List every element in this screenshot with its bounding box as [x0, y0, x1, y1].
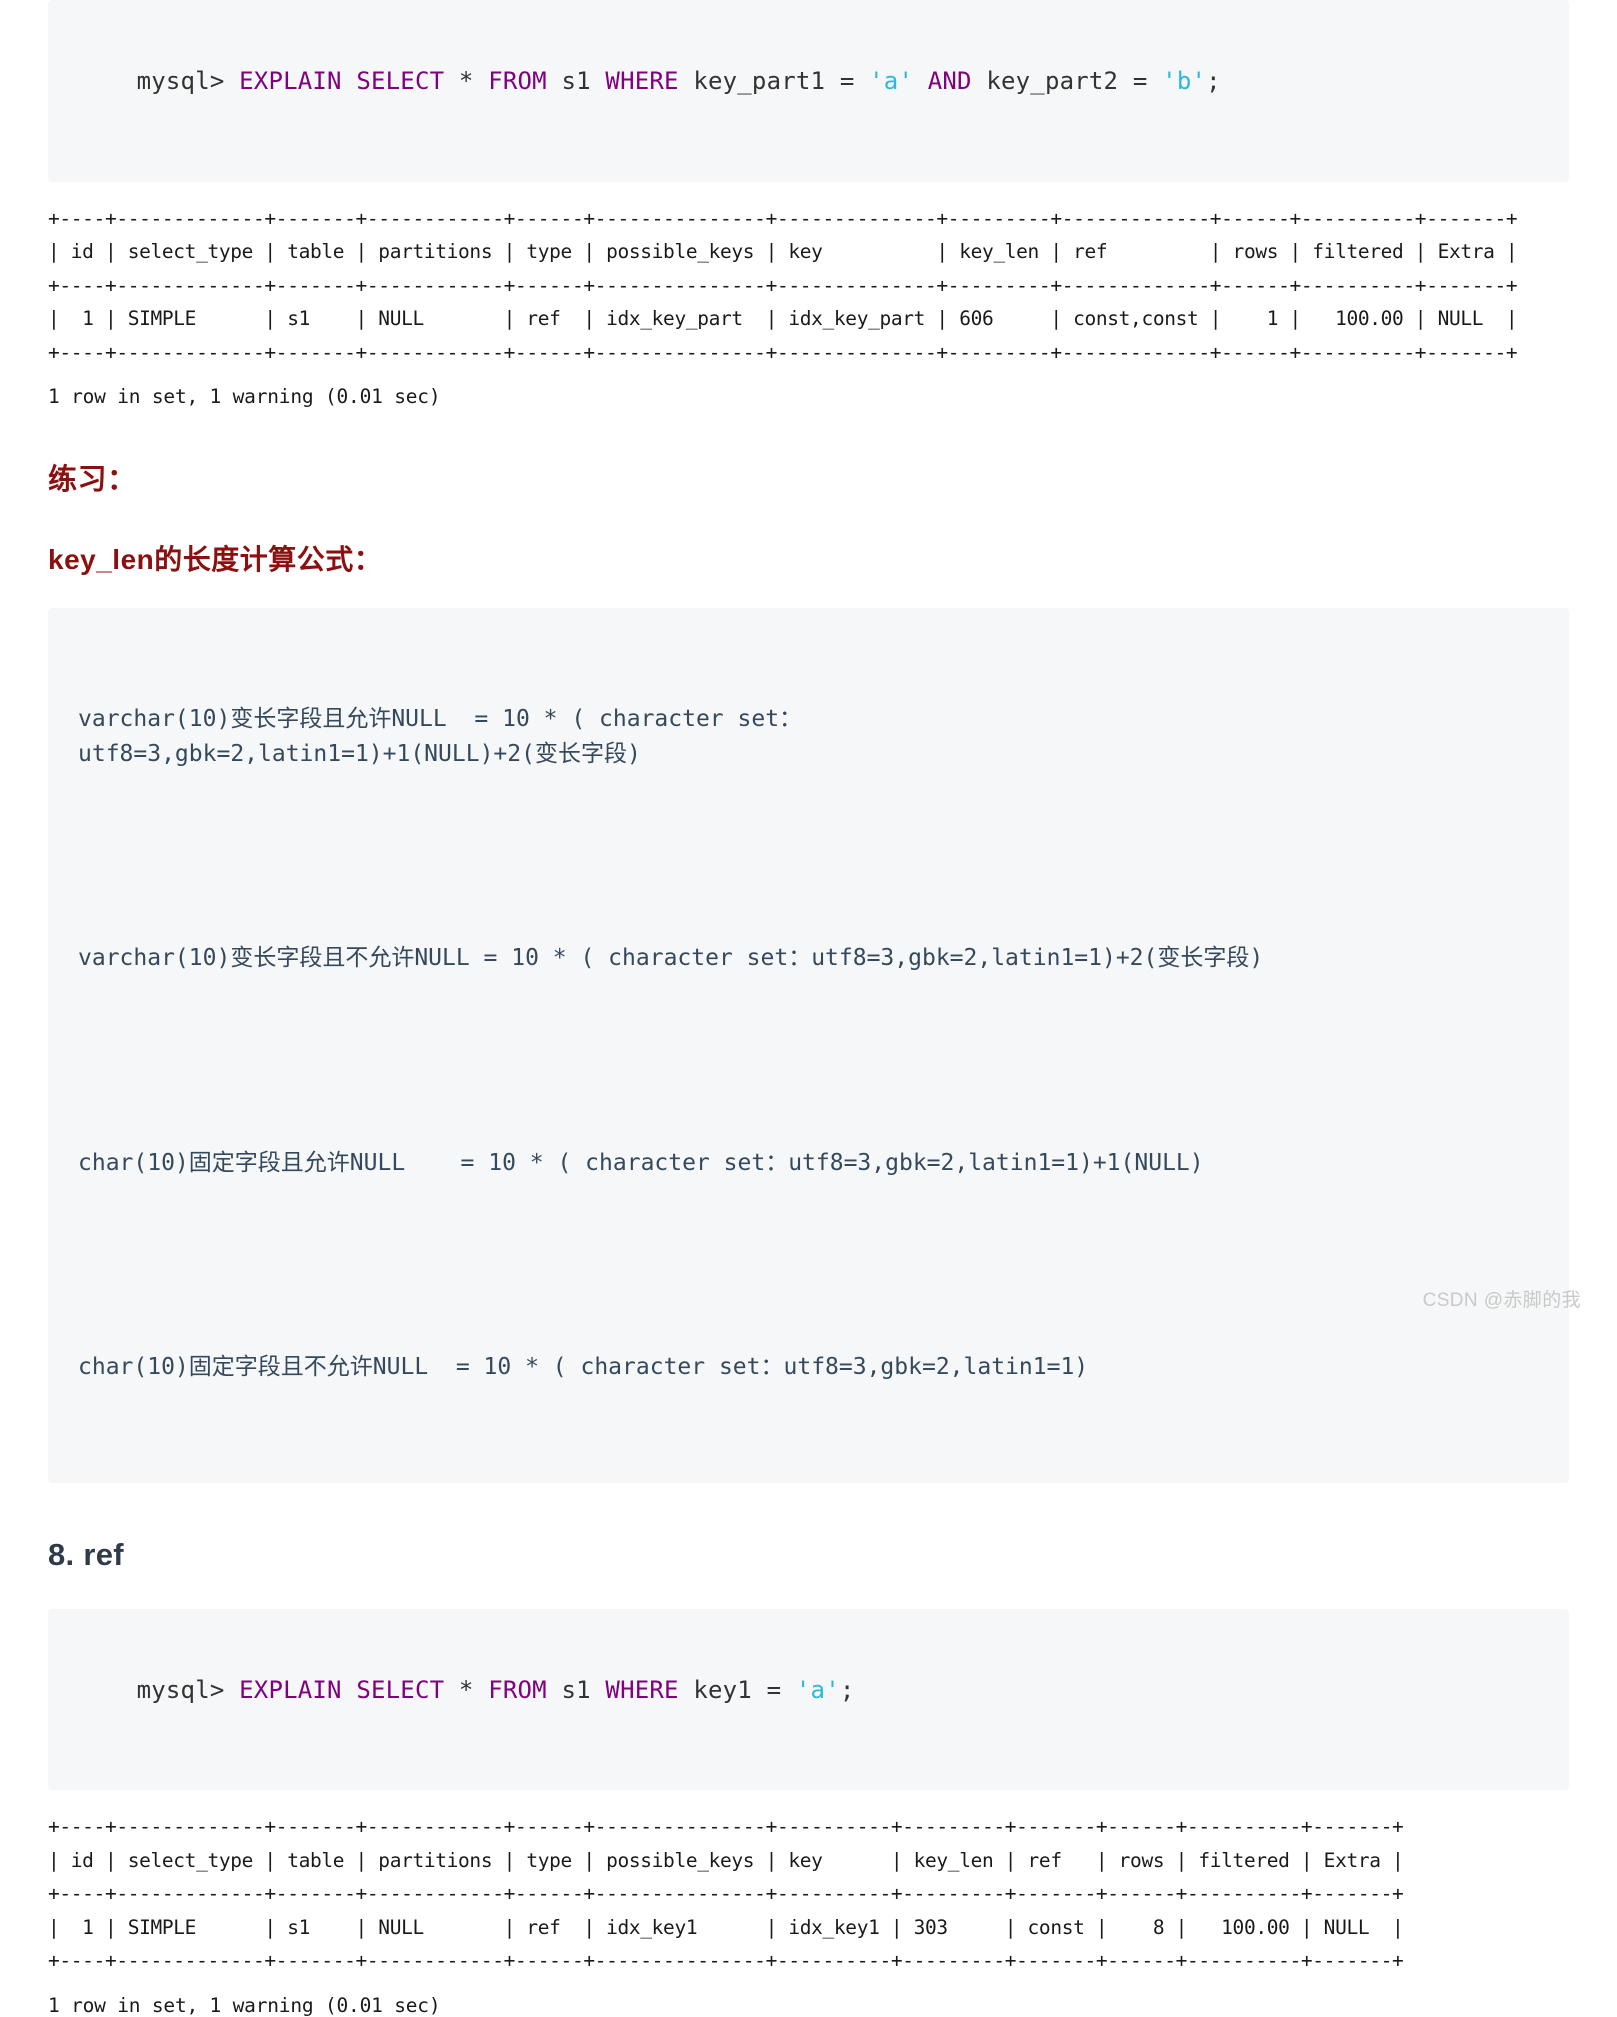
formula-spacer: [78, 1048, 1539, 1074]
sql-column-key-part2: key_part2: [986, 67, 1133, 96]
sql-keyword-from: FROM: [488, 1675, 562, 1704]
query-status-2: 1 row in set, 1 warning (0.01 sec): [48, 1993, 441, 2017]
article-page: mysql> EXPLAIN SELECT * FROM s1 WHERE ke…: [0, 0, 1617, 2017]
formula-spacer: [78, 1252, 1539, 1278]
sql-keyword-and: AND: [927, 67, 987, 96]
keylen-formula-block[interactable]: varchar(10)变长字段且允许NULL = 10 * ( characte…: [48, 608, 1569, 1483]
sql-string-a: 'a': [869, 67, 928, 96]
sql-star: *: [458, 1675, 489, 1704]
heading-section-ref: 8. ref: [48, 1536, 124, 1572]
formula-line-varchar-nullable: varchar(10)变长字段且允许NULL = 10 * ( characte…: [78, 705, 803, 768]
sql-keyword-explain-select: EXPLAIN SELECT: [239, 67, 459, 96]
sql-table-name: s1: [561, 1675, 606, 1704]
mysql-prompt: mysql>: [136, 67, 240, 96]
sql-star: *: [458, 67, 489, 96]
query-status-1: 1 row in set, 1 warning (0.01 sec): [48, 385, 441, 409]
sql-string-b: 'b': [1162, 67, 1207, 96]
explain-result-table-1: +----+-------------+-------+------------…: [48, 206, 1518, 364]
formula-line-char-nullable: char(10)固定字段且允许NULL = 10 * ( character s…: [78, 1149, 1204, 1176]
sql-semicolon-1: ;: [1206, 67, 1221, 96]
mysql-prompt: mysql>: [136, 1675, 240, 1704]
sql-keyword-from: FROM: [488, 67, 562, 96]
sql-column-key-part1: key_part1: [693, 67, 840, 96]
sql-code-block-1[interactable]: mysql> EXPLAIN SELECT * FROM s1 WHERE ke…: [48, 0, 1569, 182]
heading-exercise: 练习：: [48, 464, 137, 497]
sql-keyword-explain-select: EXPLAIN SELECT: [239, 1675, 459, 1704]
sql-column-key1: key1: [693, 1675, 767, 1704]
csdn-watermark: CSDN @赤脚的我: [1422, 1290, 1581, 1311]
heading-keylen-formula: key_len的长度计算公式：: [48, 544, 383, 576]
sql-operator-eq-1: =: [839, 67, 870, 96]
sql-operator-eq-2: =: [1132, 67, 1163, 96]
formula-line-char-not-nullable: char(10)固定字段且不允许NULL = 10 * ( character …: [78, 1353, 1089, 1380]
sql-string-a: 'a': [795, 1675, 840, 1704]
sql-keyword-where: WHERE: [605, 1675, 694, 1704]
formula-line-varchar-not-nullable: varchar(10)变长字段且不允许NULL = 10 * ( charact…: [78, 945, 1264, 972]
sql-code-block-2[interactable]: mysql> EXPLAIN SELECT * FROM s1 WHERE ke…: [48, 1608, 1569, 1791]
sql-keyword-where: WHERE: [605, 67, 694, 96]
formula-spacer: [78, 844, 1539, 870]
sql-operator-eq-1: =: [766, 1675, 796, 1704]
sql-semicolon-2: ;: [839, 1675, 855, 1704]
sql-table-name: s1: [561, 67, 606, 96]
explain-result-table-2: +----+-------------+-------+------------…: [48, 1815, 1404, 1973]
